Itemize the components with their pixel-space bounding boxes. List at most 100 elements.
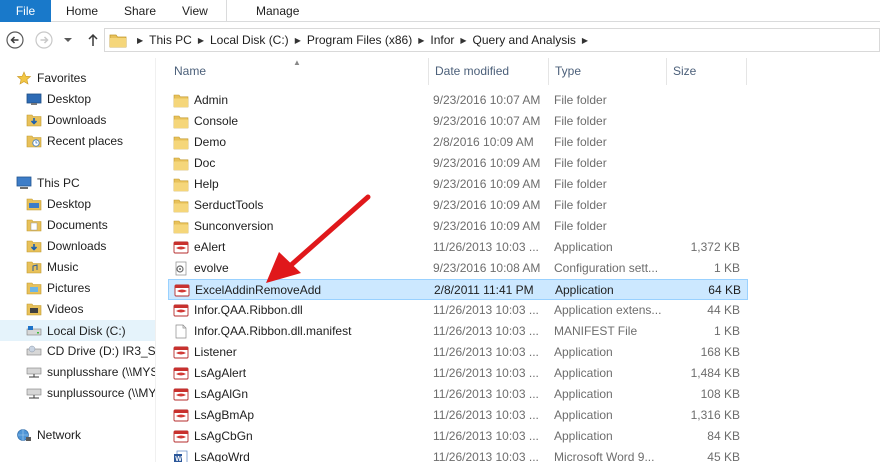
file-type: Configuration sett... (554, 261, 659, 275)
file-date-modified: 9/23/2016 10:09 AM (433, 219, 541, 233)
nav-item-label: Favorites (37, 71, 87, 85)
folder-icon (109, 34, 127, 48)
file-type: Application (554, 240, 613, 254)
folder-icon (173, 115, 189, 129)
file-row[interactable]: W LsAgoWrd 11/26/2013 10:03 ... Microsoft W… (168, 447, 748, 462)
recent-locations-chevron-icon[interactable] (63, 35, 73, 45)
file-row[interactable]: LsAgAlert 11/26/2013 10:03 ... Application… (168, 363, 748, 384)
tab-file[interactable]: File (0, 0, 51, 22)
nav-item-sunplusshare[interactable]: sunplusshare (\\MYS (0, 362, 155, 383)
drive-icon (26, 326, 42, 336)
nav-item-local-disk-c[interactable]: Local Disk (C:) (0, 320, 155, 341)
nav-item-sunplussource[interactable]: sunplussource (\\MY (0, 383, 155, 404)
column-header-date-modified[interactable]: Date modified (429, 58, 549, 85)
nav-item-videos[interactable]: Videos (0, 299, 155, 320)
nav-item-label: Pictures (47, 281, 91, 295)
nav-item-desktop[interactable]: Desktop (0, 194, 155, 215)
file-name: Sunconversion (194, 219, 274, 233)
file-name: Help (194, 177, 219, 191)
breadcrumb-separator-icon[interactable]: ▶ (582, 30, 588, 52)
file-date-modified: 2/8/2016 10:09 AM (433, 135, 534, 149)
folder-icon (26, 240, 42, 253)
file-row[interactable]: Help 9/23/2016 10:09 AM File folder (168, 174, 748, 195)
nav-item-recent-places[interactable]: Recent places (0, 131, 155, 152)
file-type: Microsoft Word 9... (554, 450, 655, 462)
nav-item-label: Local Disk (C:) (47, 324, 126, 338)
nav-item-downloads[interactable]: Downloads (0, 236, 155, 257)
file-row[interactable]: SerductTools 9/23/2016 10:09 AM File folde… (168, 195, 748, 216)
breadcrumb-this-pc[interactable]: This PC (149, 29, 192, 51)
navigation-pane: Favorites Desktop Downloads Recent place… (0, 58, 155, 462)
application-icon (173, 409, 189, 422)
column-header-type[interactable]: Type (549, 58, 667, 85)
nav-item-desktop-favorite[interactable]: Desktop (0, 89, 155, 110)
application-icon (173, 367, 189, 380)
file-row[interactable]: Listener 11/26/2013 10:03 ... Application 1… (168, 342, 748, 363)
back-arrow-icon[interactable] (6, 31, 24, 49)
breadcrumb-local-disk[interactable]: Local Disk (C:) (210, 29, 289, 51)
nav-item-downloads-favorite[interactable]: Downloads (0, 110, 155, 131)
file-size: 1,484 KB (690, 366, 740, 380)
file-row[interactable]: eAlert 11/26/2013 10:03 ... Application 1,3… (168, 237, 748, 258)
file-row[interactable]: LsAgCbGn 11/26/2013 10:03 ... Application 8… (168, 426, 748, 447)
file-row[interactable]: Admin 9/23/2016 10:07 AM File folder (168, 90, 748, 111)
file-row[interactable]: evolve 9/23/2016 10:08 AM Configuration se… (168, 258, 748, 279)
cd-drive-icon (26, 345, 42, 356)
nav-item-this-pc[interactable]: This PC (0, 173, 155, 194)
file-name: Listener (194, 345, 237, 359)
file-row[interactable]: LsAgBmAp 11/26/2013 10:03 ... Application 1… (168, 405, 748, 426)
file-size: 1,372 KB (690, 240, 740, 254)
file-type: Application (554, 345, 613, 359)
file-row[interactable]: Demo 2/8/2016 10:09 AM File folder (168, 132, 748, 153)
pane-splitter[interactable] (155, 58, 156, 462)
breadcrumb-query-and-analysis[interactable]: Query and Analysis (473, 29, 576, 51)
breadcrumb-program-files[interactable]: Program Files (x86) (307, 29, 412, 51)
folder-icon (173, 157, 189, 171)
nav-item-label: This PC (37, 176, 80, 190)
file-row[interactable]: Console 9/23/2016 10:07 AM File folder (168, 111, 748, 132)
address-bar[interactable]: ▶ This PC ▶ Local Disk (C:) ▶ Program Files (… (104, 28, 880, 52)
breadcrumb: ▶ This PC ▶ Local Disk (C:) ▶ Program Files (… (131, 29, 594, 51)
tab-home[interactable]: Home (66, 0, 98, 22)
tab-view[interactable]: View (182, 0, 208, 22)
column-header-name[interactable]: Name (168, 58, 429, 85)
breadcrumb-separator-icon: ▶ (137, 36, 144, 45)
file-type: Application (554, 366, 613, 380)
forward-arrow-icon[interactable] (35, 31, 53, 49)
nav-item-pictures[interactable]: Pictures (0, 278, 155, 299)
application-icon (173, 241, 189, 254)
tab-manage[interactable]: Manage (256, 0, 299, 22)
file-name: LsAgAlert (194, 366, 247, 380)
nav-item-cd-drive[interactable]: CD Drive (D:) IR3_SSS (0, 341, 155, 362)
tab-share[interactable]: Share (124, 0, 156, 22)
nav-item-label: Downloads (47, 113, 107, 127)
file-row[interactable]: Sunconversion 9/23/2016 10:09 AM File fold… (168, 216, 748, 237)
folder-icon (173, 178, 189, 192)
folder-icon (26, 198, 42, 211)
nav-item-documents[interactable]: Documents (0, 215, 155, 236)
network-icon (17, 429, 31, 441)
breadcrumb-separator-icon[interactable]: ▶ (295, 30, 301, 52)
star-icon (16, 71, 32, 85)
file-date-modified: 11/26/2013 10:03 ... (433, 387, 539, 401)
nav-item-label: Network (37, 428, 82, 442)
file-row[interactable]: Doc 9/23/2016 10:09 AM File folder (168, 153, 748, 174)
column-header-size[interactable]: Size (667, 58, 747, 85)
file-row[interactable]: Infor.QAA.Ribbon.dll.manifest 11/26/2013 … (168, 321, 748, 342)
downloads-folder-icon (26, 114, 42, 127)
breadcrumb-separator-icon[interactable]: ▶ (418, 30, 424, 52)
file-row[interactable]: LsAgAlGn 11/26/2013 10:03 ... Application 1… (168, 384, 748, 405)
nav-item-network[interactable]: Network (0, 425, 155, 446)
up-arrow-icon[interactable] (84, 31, 102, 49)
folder-icon (173, 94, 189, 108)
nav-item-music[interactable]: Music (0, 257, 155, 278)
file-type: File folder (554, 93, 607, 107)
file-name: eAlert (194, 240, 226, 254)
breadcrumb-separator-icon[interactable]: ▶ (198, 30, 204, 52)
breadcrumb-infor[interactable]: Infor (430, 29, 454, 51)
breadcrumb-separator-icon[interactable]: ▶ (460, 30, 466, 52)
file-row[interactable]: Infor.QAA.Ribbon.dll 11/26/2013 10:03 ...… (168, 300, 748, 321)
application-icon (174, 284, 190, 297)
nav-item-favorites[interactable]: Favorites (0, 68, 155, 89)
file-row[interactable]: ExcelAddinRemoveAdd 2/8/2011 11:41 PM Appl… (168, 279, 748, 300)
